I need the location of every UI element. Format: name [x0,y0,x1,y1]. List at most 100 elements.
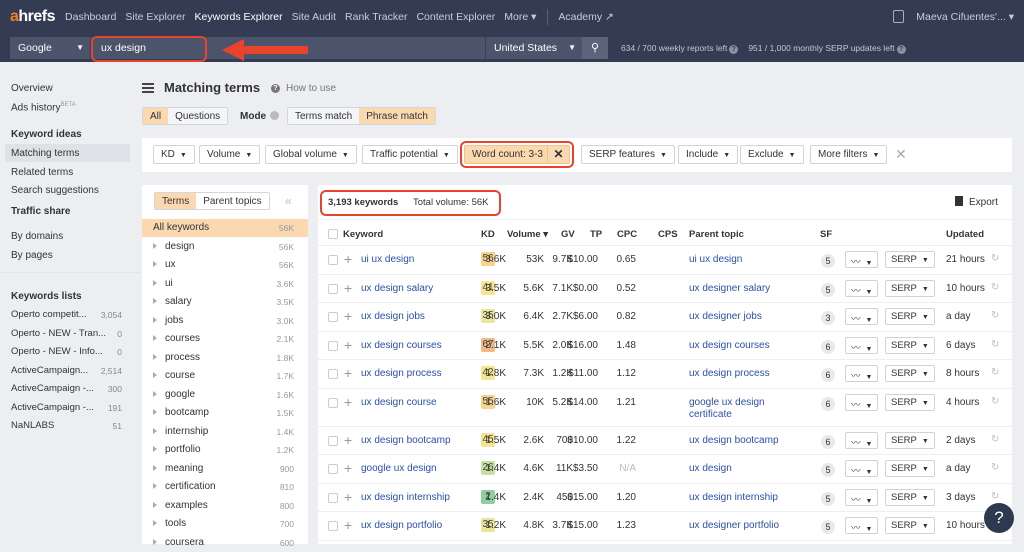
keyword-list-item[interactable]: ActiveCampaign... [11,365,88,376]
keyword-link[interactable]: ux design internship [361,492,450,503]
expand-icon[interactable] [153,483,157,489]
parent-topic-link[interactable]: ux design courses [689,340,809,352]
trend-dropdown[interactable]: 〰 ▼ [845,308,879,325]
tab-questions[interactable]: Questions [168,108,227,124]
parent-topic-link[interactable]: ux designer jobs [689,311,809,323]
row-checkbox[interactable] [328,397,338,408]
parent-topic-link[interactable]: ui ux design [689,254,809,266]
term-item[interactable]: jobs 3.0K [142,312,308,330]
filter-kd[interactable]: KD ▼ [153,145,195,164]
nav-site-explorer[interactable]: Site Explorer [125,11,185,23]
nav-site-audit[interactable]: Site Audit [292,11,336,23]
term-item[interactable]: design 56K [142,238,308,256]
search-button[interactable]: ⚲ [582,37,608,59]
expand-icon[interactable] [153,261,157,267]
term-item[interactable]: ui 3.6K [142,275,308,293]
filter-volume[interactable]: Volume ▼ [199,145,261,164]
term-item[interactable]: coursera 600 [142,534,308,552]
expand-icon[interactable] [153,353,157,360]
sidebar-item-search-suggestions[interactable]: Search suggestions [11,185,99,196]
serp-dropdown[interactable]: SERP ▼ [885,308,935,325]
nav-content-explorer[interactable]: Content Explorer [416,11,495,23]
header-gv[interactable]: GV [561,229,575,240]
term-item[interactable]: examples 800 [142,497,308,515]
tab-terms-match[interactable]: Terms match [288,108,359,124]
help-icon[interactable] [270,111,279,120]
collapse-icon[interactable]: « [285,194,292,208]
parent-topic-link[interactable]: ux design internship [689,492,809,504]
menu-icon[interactable] [142,83,154,93]
expand-icon[interactable] [153,372,157,378]
serp-dropdown[interactable]: SERP ▼ [885,336,935,354]
parent-topic-link[interactable]: ux designer portfolio [689,520,809,532]
filter-serp-features[interactable]: SERP features ▼ [581,145,675,164]
trend-dropdown[interactable]: 〰 ▼ [845,365,879,382]
keyword-link[interactable]: ux design process [361,368,442,379]
row-checkbox[interactable] [328,255,338,265]
user-menu[interactable]: Maeva Cifuentes'... ▾ [916,11,1014,23]
keyword-link[interactable]: ux design portfolio [361,520,442,531]
serp-dropdown[interactable]: SERP ▼ [885,365,935,382]
term-item[interactable]: process 1.8K [142,349,308,367]
filter-more-filters[interactable]: More filters ▼ [810,145,888,164]
serp-dropdown[interactable]: SERP ▼ [885,488,935,506]
term-item[interactable]: bootcamp 1.5K [142,404,308,422]
expand-icon[interactable] [153,335,157,341]
header-keyword[interactable]: Keyword [343,229,383,240]
serp-dropdown[interactable]: SERP ▼ [885,517,935,534]
refresh-icon[interactable]: ↻ [991,310,999,321]
refresh-icon[interactable]: ↻ [991,282,999,293]
header-updated[interactable]: Updated [946,229,984,240]
refresh-icon[interactable]: ↻ [991,462,999,473]
help-button[interactable]: ? [984,503,1014,533]
header-cps[interactable]: CPS [658,229,678,240]
refresh-icon[interactable]: ↻ [991,367,999,378]
add-icon[interactable]: + [344,394,352,410]
nav-more[interactable]: More ▾ [504,11,536,23]
keyword-link[interactable]: ux design salary [361,283,433,294]
sidebar-item-by-pages[interactable]: By pages [11,250,53,261]
refresh-icon[interactable]: ↻ [991,491,999,502]
device-icon[interactable] [893,10,905,23]
sidebar-item-matching-terms[interactable]: Matching terms [11,148,79,159]
row-checkbox[interactable] [328,435,338,446]
term-all-keywords[interactable]: All keywords 56K [142,219,308,237]
expand-icon[interactable] [153,520,157,526]
row-checkbox[interactable] [328,312,338,322]
add-icon[interactable]: + [344,251,352,267]
header-tp[interactable]: TP [590,229,602,240]
parent-topic-link[interactable]: ux designer salary [689,283,809,295]
expand-icon[interactable] [153,446,157,452]
refresh-icon[interactable]: ↻ [991,253,999,264]
row-checkbox[interactable] [328,340,338,351]
keyword-link[interactable]: ux design bootcamp [361,435,451,446]
term-item[interactable]: meaning 900 [142,460,308,478]
keyword-link[interactable]: ux design jobs [361,311,425,322]
header-kd[interactable]: KD [481,229,495,240]
help-icon[interactable]: ? [896,45,906,54]
filter-traffic-potential[interactable]: Traffic potential ▼ [362,145,458,164]
keyword-list-item[interactable]: Operto competit... [11,309,87,320]
term-item[interactable]: salary 3.5K [142,293,308,311]
term-item[interactable]: course 1.7K [142,367,308,385]
expand-icon[interactable] [153,279,157,286]
how-to-use-link[interactable]: How to use [286,83,336,94]
row-checkbox[interactable] [328,521,338,531]
add-icon[interactable]: + [344,489,352,505]
sidebar-item-by-domains[interactable]: By domains [11,231,63,242]
term-item[interactable]: google 1.6K [142,386,308,404]
parent-topic-link[interactable]: ux design [689,463,809,475]
header-cpc[interactable]: CPC [617,229,637,240]
row-checkbox[interactable] [328,369,338,379]
keyword-link[interactable]: ux design course [361,397,437,408]
keyword-list-item[interactable]: Operto - NEW - Info... [11,346,103,357]
expand-icon[interactable] [153,427,157,434]
trend-dropdown[interactable]: 〰 ▼ [845,460,879,477]
expand-icon[interactable] [153,409,157,415]
search-engine-select[interactable]: Google ▼ [10,37,90,59]
add-icon[interactable]: + [344,365,352,381]
term-item[interactable]: certification 810 [142,478,308,496]
term-item[interactable]: tools 700 [142,515,308,533]
keyword-link[interactable]: ui ux design [361,254,414,265]
keyword-list-item[interactable]: ActiveCampaign -... [11,402,94,413]
